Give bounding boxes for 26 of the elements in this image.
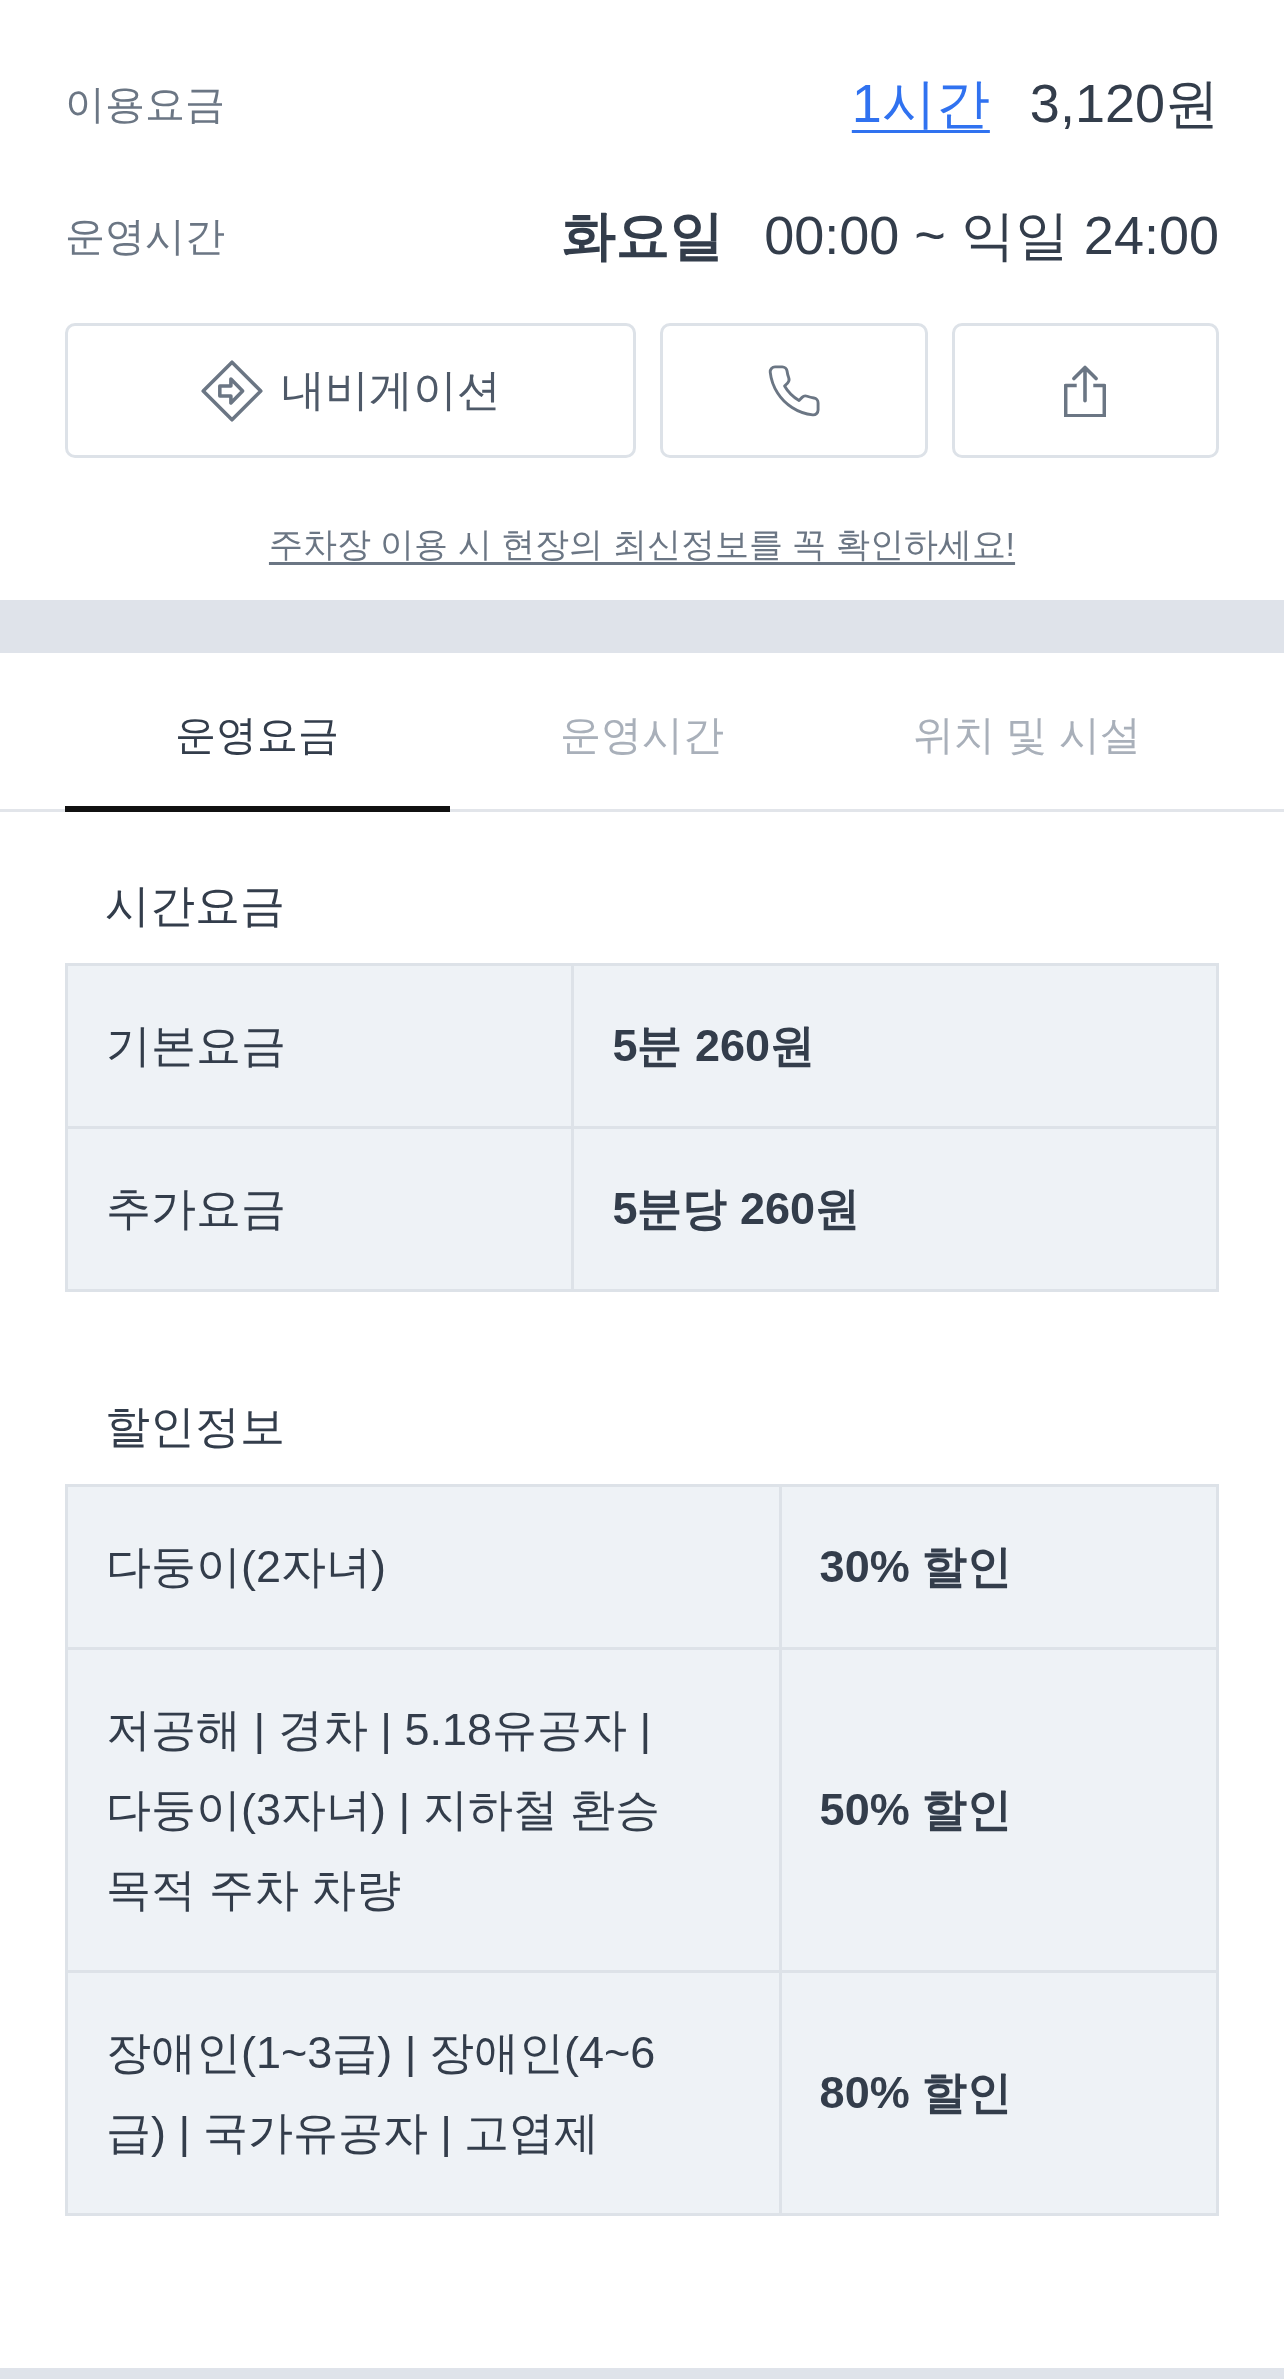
navigation-button[interactable]: 내비게이션: [65, 323, 637, 458]
table-cell: 장애인(1~3급) | 장애인(4~6급) | 국가유공자 | 고엽제: [66, 1971, 781, 2215]
table-cell: 추가요금: [66, 1127, 573, 1291]
fee-label: 이용요금: [65, 80, 225, 128]
share-button[interactable]: [951, 323, 1219, 458]
call-button[interactable]: [660, 323, 928, 458]
section-title: 시간요금: [104, 879, 286, 933]
day-text: 화요일: [562, 203, 725, 267]
share-icon: [1064, 364, 1107, 417]
hours-label: 운영시간: [65, 212, 225, 260]
fee-amount: 3,120원: [1029, 71, 1219, 135]
table-cell: 30% 할인: [780, 1485, 1218, 1649]
table-cell: 5분 260원: [572, 964, 1218, 1128]
table-cell: 기본요금: [66, 964, 573, 1128]
phone-icon: [767, 364, 820, 417]
duration-link[interactable]: 1시간: [851, 67, 990, 141]
tab[interactable]: 운영요금: [65, 653, 450, 812]
table-cell: 80% 할인: [780, 1971, 1218, 2215]
table-cell: 다둥이(2자녀): [66, 1485, 781, 1649]
notice-link[interactable]: 주차장 이용 시 현장의 최신정보를 꼭 확인하세요!: [268, 525, 1016, 563]
direction-sign-icon: [200, 359, 263, 422]
hours-range: 00:00 ~ 익일 24:00: [764, 203, 1219, 267]
table-cell: 50% 할인: [780, 1648, 1218, 1972]
section-title: 할인정보: [104, 1400, 286, 1454]
table-cell: 5분당 260원: [572, 1127, 1218, 1291]
table-cell: 저공해 | 경차 | 5.18유공자 | 다둥이(3자녀) | 지하철 환승 목적 주차 차량: [66, 1648, 781, 1972]
